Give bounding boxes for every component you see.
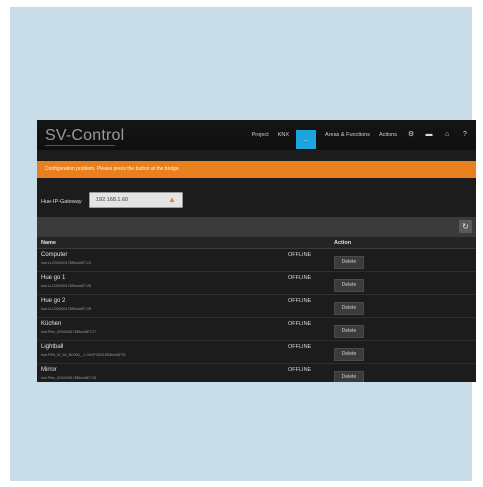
- page-background: SV-Control Project KNX ... Areas & Funct…: [10, 7, 476, 481]
- app-title: SV-Control: [45, 127, 125, 144]
- alert-text: Configuration problem. Please press the …: [45, 166, 181, 172]
- device-id: hue:LLC020/00178EbxxbE7:26: [41, 284, 91, 288]
- gear-icon[interactable]: ⚙: [407, 131, 415, 139]
- device-name: Hue go 1: [41, 275, 66, 281]
- delete-button[interactable]: Delete: [334, 256, 364, 269]
- device-status: OFFLINE: [288, 367, 312, 373]
- device-id: hue:FBH_W_54_BC006__1.03/0F300/1EB4bc06F…: [41, 353, 126, 357]
- device-name: Mirror: [41, 367, 57, 373]
- device-status: OFFLINE: [288, 275, 312, 281]
- device-id: hue:LLC020/00178EbxxbE7:28: [41, 307, 91, 311]
- table-row: Computer hue:LLC020/00178EbxxbE7:24 OFFL…: [37, 249, 476, 272]
- nav-actions[interactable]: Actions: [379, 132, 397, 138]
- device-name: Computer: [41, 252, 68, 258]
- device-status: OFFLINE: [288, 321, 312, 327]
- toolbar: ↻: [37, 217, 476, 237]
- table-row: Küchen hue:Plex_0G00/00178EbxxbE7:27 OFF…: [37, 318, 476, 341]
- printer-icon[interactable]: ▬: [425, 131, 433, 139]
- gateway-label: Hue-IP-Gateway: [41, 199, 82, 205]
- gateway-value: 192.168.1.60: [96, 197, 129, 203]
- alert-banner: Configuration problem. Please press the …: [37, 161, 476, 178]
- help-icon[interactable]: ?: [461, 131, 469, 139]
- nav-areas-functions[interactable]: Areas & Functions: [325, 132, 370, 138]
- table-row: Lightball hue:FBH_W_54_BC006__1.03/0F300…: [37, 341, 476, 364]
- device-name: Hue go 2: [41, 298, 66, 304]
- device-status: OFFLINE: [288, 298, 312, 304]
- delete-button[interactable]: Delete: [334, 348, 364, 361]
- nav-hue[interactable]: ...: [296, 130, 317, 149]
- warning-icon: ▲: [168, 195, 176, 204]
- gateway-select[interactable]: 192.168.1.60 ▲: [89, 192, 183, 208]
- table-header: Name Action: [37, 237, 476, 249]
- nav-knx[interactable]: KNX: [278, 132, 289, 138]
- column-header-action: Action: [334, 240, 352, 246]
- device-name: Küchen: [41, 321, 62, 327]
- delete-button[interactable]: Delete: [334, 371, 364, 382]
- refresh-button[interactable]: ↻: [459, 220, 472, 233]
- device-status: OFFLINE: [288, 344, 312, 350]
- refresh-icon: ↻: [462, 222, 469, 231]
- delete-button[interactable]: Delete: [334, 325, 364, 338]
- device-id: hue:LLC020/00178EbxxbE7:24: [41, 261, 91, 265]
- device-id: hue:Plex_0G00/00178EbxxbE7:28: [41, 376, 97, 380]
- table-row: Hue go 1 hue:LLC020/00178EbxxbE7:26 OFFL…: [37, 272, 476, 295]
- home-icon[interactable]: ⌂: [443, 131, 451, 139]
- delete-button[interactable]: Delete: [334, 279, 364, 292]
- table-row: Mirror hue:Plex_0G00/00178EbxxbE7:28 OFF…: [37, 364, 476, 382]
- main-nav: Project KNX ... Areas & Functions Action…: [243, 120, 476, 150]
- delete-button[interactable]: Delete: [334, 302, 364, 315]
- device-status: OFFLINE: [288, 252, 312, 258]
- column-header-name: Name: [41, 240, 56, 246]
- title-underline: [45, 145, 115, 146]
- app-window: SV-Control Project KNX ... Areas & Funct…: [37, 120, 476, 382]
- device-id: hue:Plex_0G00/00178EbxxbE7:27: [41, 330, 97, 334]
- device-name: Lightball: [41, 344, 64, 350]
- table-row: Hue go 2 hue:LLC020/00178EbxxbE7:28 OFFL…: [37, 295, 476, 318]
- nav-project[interactable]: Project: [252, 132, 269, 138]
- top-bar: SV-Control Project KNX ... Areas & Funct…: [37, 120, 476, 150]
